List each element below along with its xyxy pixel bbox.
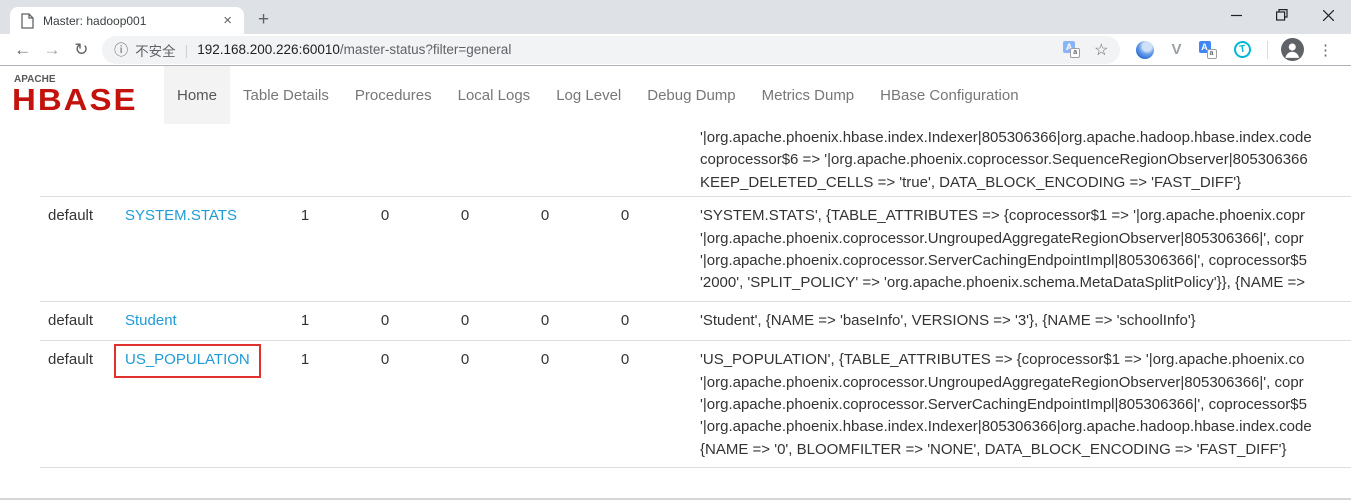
description-line: 'Student', {NAME => 'baseInfo', VERSIONS… [700, 310, 1351, 332]
nav-item-log-level[interactable]: Log Level [543, 66, 634, 124]
description-line: '|org.apache.phoenix.coprocessor.Ungroup… [700, 228, 1351, 250]
nav-item-hbase-configuration[interactable]: HBase Configuration [867, 66, 1031, 124]
cell-table-name [117, 124, 265, 196]
description-line: {NAME => '0', BLOOMFILTER => 'NONE', DAT… [700, 439, 1351, 461]
description-line: KEEP_DELETED_CELLS => 'true', DATA_BLOCK… [700, 172, 1351, 194]
extension-v-icon[interactable]: V [1171, 41, 1181, 58]
description-line: 'US_POPULATION', {TABLE_ATTRIBUTES => {c… [700, 349, 1351, 371]
nav-item-debug-dump[interactable]: Debug Dump [634, 66, 748, 124]
cell-count: 0 [425, 197, 505, 301]
hbase-logo-hbase: HBASE [12, 84, 164, 114]
cell-count: 0 [345, 341, 425, 467]
cell-count [265, 124, 345, 196]
cell-count [505, 124, 585, 196]
site-info-icon[interactable]: ⓘ [114, 40, 128, 60]
cell-table-name: US_POPULATION [117, 341, 265, 467]
restore-button[interactable] [1259, 0, 1305, 30]
cell-namespace: default [40, 197, 117, 301]
cell-description: 'Student', {NAME => 'baseInfo', VERSIONS… [665, 302, 1351, 340]
cell-namespace: default [40, 341, 117, 467]
description-line: '|org.apache.phoenix.hbase.index.Indexer… [700, 127, 1351, 149]
nav-item-home[interactable]: Home [164, 66, 230, 124]
cell-description: '|org.apache.phoenix.hbase.index.Indexer… [665, 124, 1351, 196]
cell-count [345, 124, 425, 196]
browser-titlebar: Master: hadoop001 × + [0, 0, 1351, 34]
close-window-button[interactable] [1305, 0, 1351, 30]
extension-t-icon[interactable]: T [1232, 40, 1251, 59]
cell-count: 0 [505, 341, 585, 467]
hbase-logo[interactable]: APACHE HBASE [12, 66, 164, 124]
cell-description: 'US_POPULATION', {TABLE_ATTRIBUTES => {c… [665, 341, 1351, 467]
table-link-student[interactable]: Student [125, 312, 177, 329]
description-line: '|org.apache.phoenix.coprocessor.ServerC… [700, 394, 1351, 416]
toolbar-separator [1267, 41, 1268, 59]
description-line: coprocessor$6 => '|org.apache.phoenix.co… [700, 149, 1351, 171]
cell-description: 'SYSTEM.STATS', {TABLE_ATTRIBUTES => {co… [665, 197, 1351, 301]
user-tables-table: '|org.apache.phoenix.hbase.index.Indexer… [40, 124, 1351, 468]
cell-table-name: Student [117, 302, 265, 340]
window-controls [1213, 0, 1351, 30]
cell-count [585, 124, 665, 196]
cell-namespace [40, 124, 117, 196]
cell-count: 0 [425, 341, 505, 467]
extensions-area: V A a T [1136, 41, 1250, 59]
description-line: 'SYSTEM.STATS', {TABLE_ATTRIBUTES => {co… [700, 205, 1351, 227]
section-divider [0, 498, 1351, 500]
nav-item-metrics-dump[interactable]: Metrics Dump [749, 66, 868, 124]
table-row: '|org.apache.phoenix.hbase.index.Indexer… [40, 124, 1351, 196]
new-tab-button[interactable]: + [258, 10, 269, 29]
cell-count: 1 [265, 302, 345, 340]
cell-count: 0 [345, 302, 425, 340]
cell-count: 1 [265, 341, 345, 467]
description-line: '|org.apache.phoenix.hbase.index.Indexer… [700, 416, 1351, 438]
cell-count: 0 [585, 302, 665, 340]
table-row: default Student 1 0 0 0 0 'Student', {NA… [40, 301, 1351, 340]
nav-item-procedures[interactable]: Procedures [342, 66, 445, 124]
tab-title: Master: hadoop001 [43, 14, 221, 28]
security-label: 不安全 [135, 40, 176, 60]
tab-close-icon[interactable]: × [221, 13, 234, 28]
description-line: '|org.apache.phoenix.coprocessor.ServerC… [700, 250, 1351, 272]
address-bar[interactable]: ⓘ 不安全 | 192.168.200.226:60010 /master-st… [102, 36, 1120, 64]
url-path: /master-status?filter=general [340, 42, 511, 57]
browser-toolbar: ← → ↻ ⓘ 不安全 | 192.168.200.226:60010 /mas… [0, 34, 1351, 66]
highlight-red-box: US_POPULATION [114, 344, 261, 377]
extension-translate-icon[interactable]: A a [1199, 41, 1217, 59]
cell-count: 0 [505, 302, 585, 340]
minimize-button[interactable] [1213, 0, 1259, 30]
back-button[interactable]: ← [8, 41, 37, 58]
page-favicon-icon [20, 13, 34, 29]
hbase-nav-items: Home Table Details Procedures Local Logs… [164, 66, 1032, 124]
profile-avatar[interactable] [1281, 38, 1304, 61]
cell-namespace: default [40, 302, 117, 340]
description-line: '|org.apache.phoenix.coprocessor.Ungroup… [700, 372, 1351, 394]
table-link-us-population[interactable]: US_POPULATION [125, 351, 250, 368]
url-host: 192.168.200.226:60010 [197, 42, 340, 57]
browser-tab[interactable]: Master: hadoop001 × [10, 7, 244, 34]
cell-count: 0 [585, 341, 665, 467]
reload-button[interactable]: ↻ [67, 41, 96, 58]
cell-count: 0 [505, 197, 585, 301]
cell-count: 0 [345, 197, 425, 301]
forward-button[interactable]: → [37, 41, 66, 58]
cell-count [425, 124, 505, 196]
translate-page-icon[interactable]: A a [1063, 41, 1080, 58]
hbase-navbar: APACHE HBASE Home Table Details Procedur… [0, 66, 1351, 124]
cell-count: 0 [585, 197, 665, 301]
browser-menu-icon[interactable]: ⋮ [1318, 41, 1333, 59]
nav-item-local-logs[interactable]: Local Logs [445, 66, 544, 124]
omnibox-separator: | [185, 42, 189, 58]
description-line: '2000', 'SPLIT_POLICY' => 'org.apache.ph… [700, 272, 1351, 294]
table-row: default US_POPULATION 1 0 0 0 0 'US_POPU… [40, 340, 1351, 468]
cell-count: 1 [265, 197, 345, 301]
nav-item-table-details[interactable]: Table Details [230, 66, 342, 124]
table-link-system-stats[interactable]: SYSTEM.STATS [125, 207, 237, 224]
table-row: default SYSTEM.STATS 1 0 0 0 0 'SYSTEM.S… [40, 196, 1351, 301]
extension-blue-circle-icon[interactable] [1136, 41, 1154, 59]
cell-table-name: SYSTEM.STATS [117, 197, 265, 301]
bookmark-star-icon[interactable]: ☆ [1094, 40, 1108, 60]
cell-count: 0 [425, 302, 505, 340]
